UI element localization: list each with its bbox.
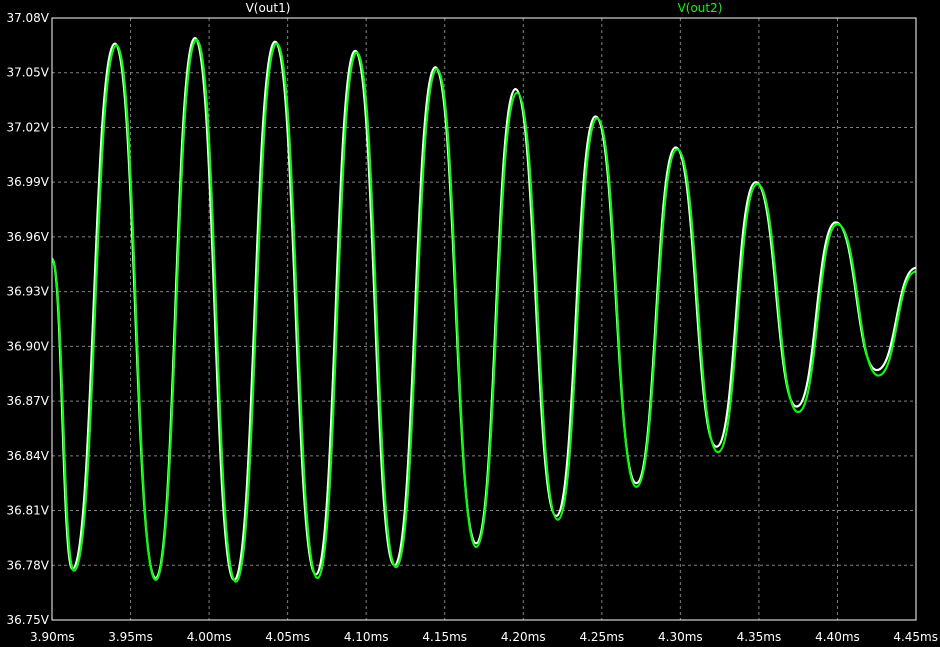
- y-tick-label: 36.99V: [6, 175, 49, 189]
- x-tick-label: 3.95ms: [108, 630, 153, 644]
- y-tick-label: 36.81V: [6, 504, 49, 518]
- x-tick-label: 4.45ms: [893, 630, 938, 644]
- legend-label-out2: V(out2): [678, 1, 723, 15]
- x-tick-label: 4.15ms: [422, 630, 467, 644]
- y-tick-label: 36.96V: [6, 230, 49, 244]
- y-tick-label: 36.75V: [6, 613, 49, 627]
- y-tick-label: 37.05V: [6, 66, 49, 80]
- x-tick-label: 4.30ms: [658, 630, 703, 644]
- legend-label-out1: V(out1): [246, 1, 291, 15]
- plot-background: [0, 0, 940, 647]
- y-tick-label: 36.87V: [6, 394, 49, 408]
- y-tick-label: 37.02V: [6, 120, 49, 134]
- x-tick-label: 4.10ms: [344, 630, 389, 644]
- y-tick-label: 36.93V: [6, 285, 49, 299]
- x-tick-label: 4.20ms: [501, 630, 546, 644]
- x-tick-label: 4.25ms: [579, 630, 624, 644]
- y-tick-label: 37.08V: [6, 11, 49, 25]
- x-tick-label: 4.35ms: [737, 630, 782, 644]
- x-tick-label: 4.00ms: [187, 630, 232, 644]
- x-tick-label: 3.90ms: [30, 630, 75, 644]
- x-tick-label: 4.40ms: [815, 630, 860, 644]
- y-tick-label: 36.84V: [6, 449, 49, 463]
- waveform-plot: 37.08V 37.05V 37.02V 36.99V 36.96V 36.93V 36.9…: [0, 0, 940, 647]
- y-tick-label: 36.90V: [6, 339, 49, 353]
- y-tick-label: 36.78V: [6, 558, 49, 572]
- x-tick-label: 4.05ms: [265, 630, 310, 644]
